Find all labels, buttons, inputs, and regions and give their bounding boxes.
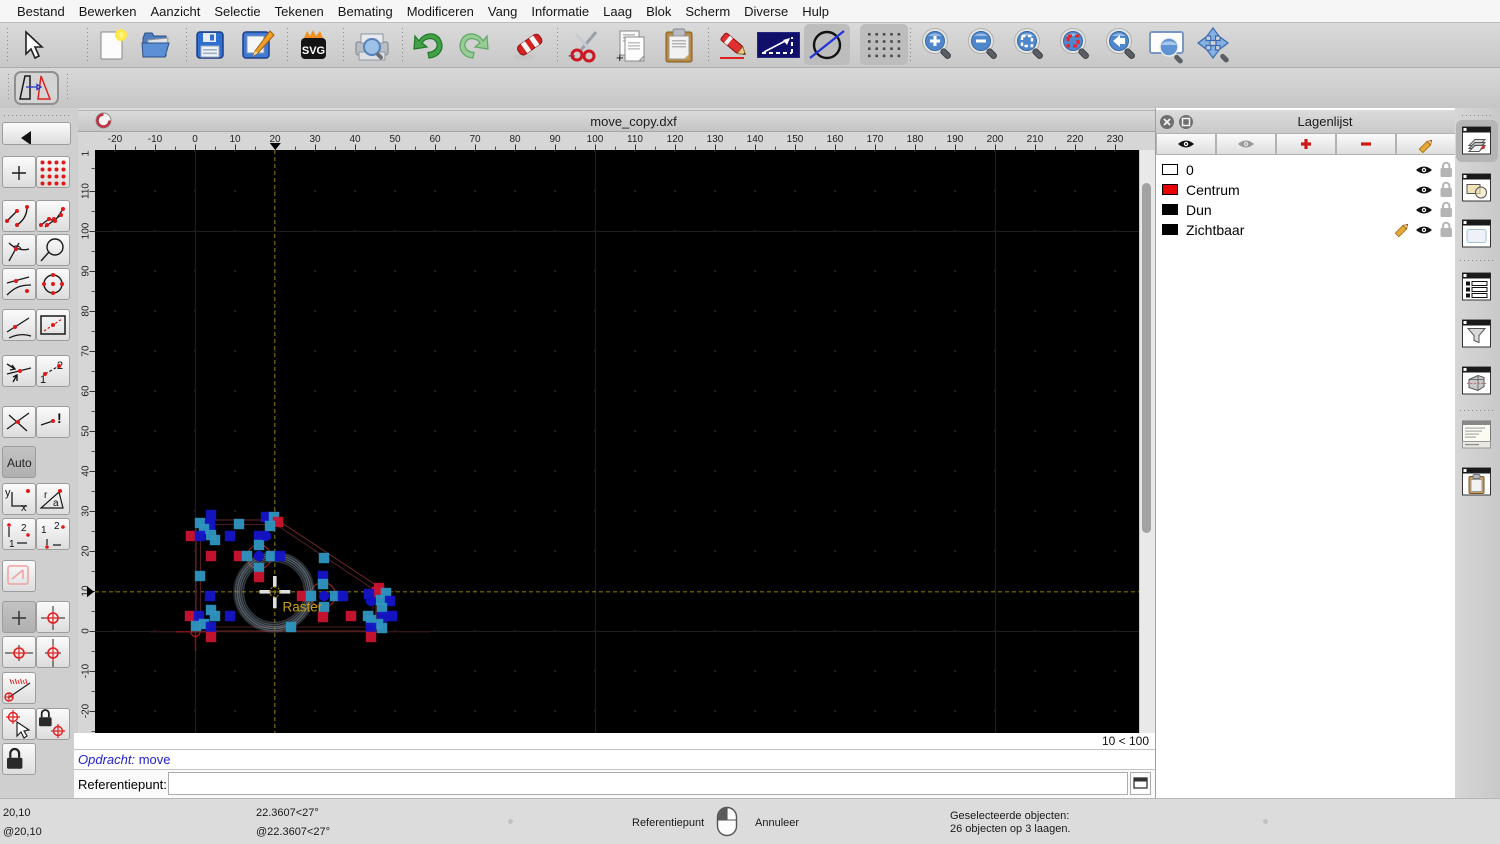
svg-text:130: 130 [707, 134, 724, 145]
svg-text:SVG: SVG [302, 45, 325, 57]
svg-text:90: 90 [549, 134, 561, 145]
svg-text:210: 210 [1027, 134, 1044, 145]
svg-text:40: 40 [349, 134, 361, 145]
svg-text:40: 40 [81, 465, 92, 477]
svg-text:10: 10 [229, 134, 241, 145]
svg-text:80: 80 [81, 305, 92, 317]
svg-text:100: 100 [81, 222, 92, 239]
svg-text:110: 110 [81, 183, 92, 199]
svg-text:80: 80 [509, 134, 521, 145]
svg-text:Raster: Raster [283, 600, 323, 615]
svg-text:220: 220 [1067, 134, 1084, 145]
svg-text:20: 20 [81, 545, 92, 557]
svg-text:150: 150 [787, 134, 804, 145]
svg-text:y: y [5, 487, 11, 499]
svg-text:140: 140 [747, 134, 764, 145]
svg-text:70: 70 [81, 345, 92, 357]
svg-text:120: 120 [667, 134, 684, 145]
svg-text:30: 30 [309, 134, 321, 145]
svg-text:180: 180 [907, 134, 924, 145]
svg-text:-20: -20 [81, 703, 92, 718]
svg-text:-10: -10 [148, 134, 163, 145]
svg-text:1: 1 [41, 525, 47, 536]
svg-text:+: + [616, 50, 624, 64]
svg-text:190: 190 [947, 134, 964, 145]
svg-text:50: 50 [81, 425, 92, 437]
svg-text:30: 30 [81, 505, 92, 517]
svg-text:200: 200 [987, 134, 1004, 145]
svg-text:-10: -10 [81, 663, 92, 678]
svg-text:1: 1 [9, 539, 15, 549]
svg-text:70: 70 [469, 134, 481, 145]
svg-text:170: 170 [867, 134, 884, 145]
svg-text:60: 60 [429, 134, 441, 145]
svg-text:-20: -20 [108, 134, 123, 145]
svg-text:110: 110 [627, 134, 643, 145]
svg-text:2: 2 [54, 521, 60, 532]
svg-text:!: ! [57, 410, 62, 426]
svg-text:120: 120 [81, 150, 92, 156]
svg-text:230: 230 [1107, 134, 1124, 145]
svg-text:x: x [21, 502, 27, 514]
svg-text:Auto: Auto [7, 456, 32, 470]
svg-text:60: 60 [81, 385, 92, 397]
svg-text:100: 100 [587, 134, 604, 145]
svg-text:r: r [44, 490, 48, 501]
svg-text:2: 2 [21, 523, 27, 534]
svg-text:160: 160 [827, 134, 844, 145]
svg-text:0: 0 [192, 134, 198, 145]
svg-text:a: a [53, 498, 59, 509]
svg-text:0: 0 [81, 628, 92, 634]
svg-text:90: 90 [81, 265, 92, 277]
svg-text:50: 50 [389, 134, 401, 145]
